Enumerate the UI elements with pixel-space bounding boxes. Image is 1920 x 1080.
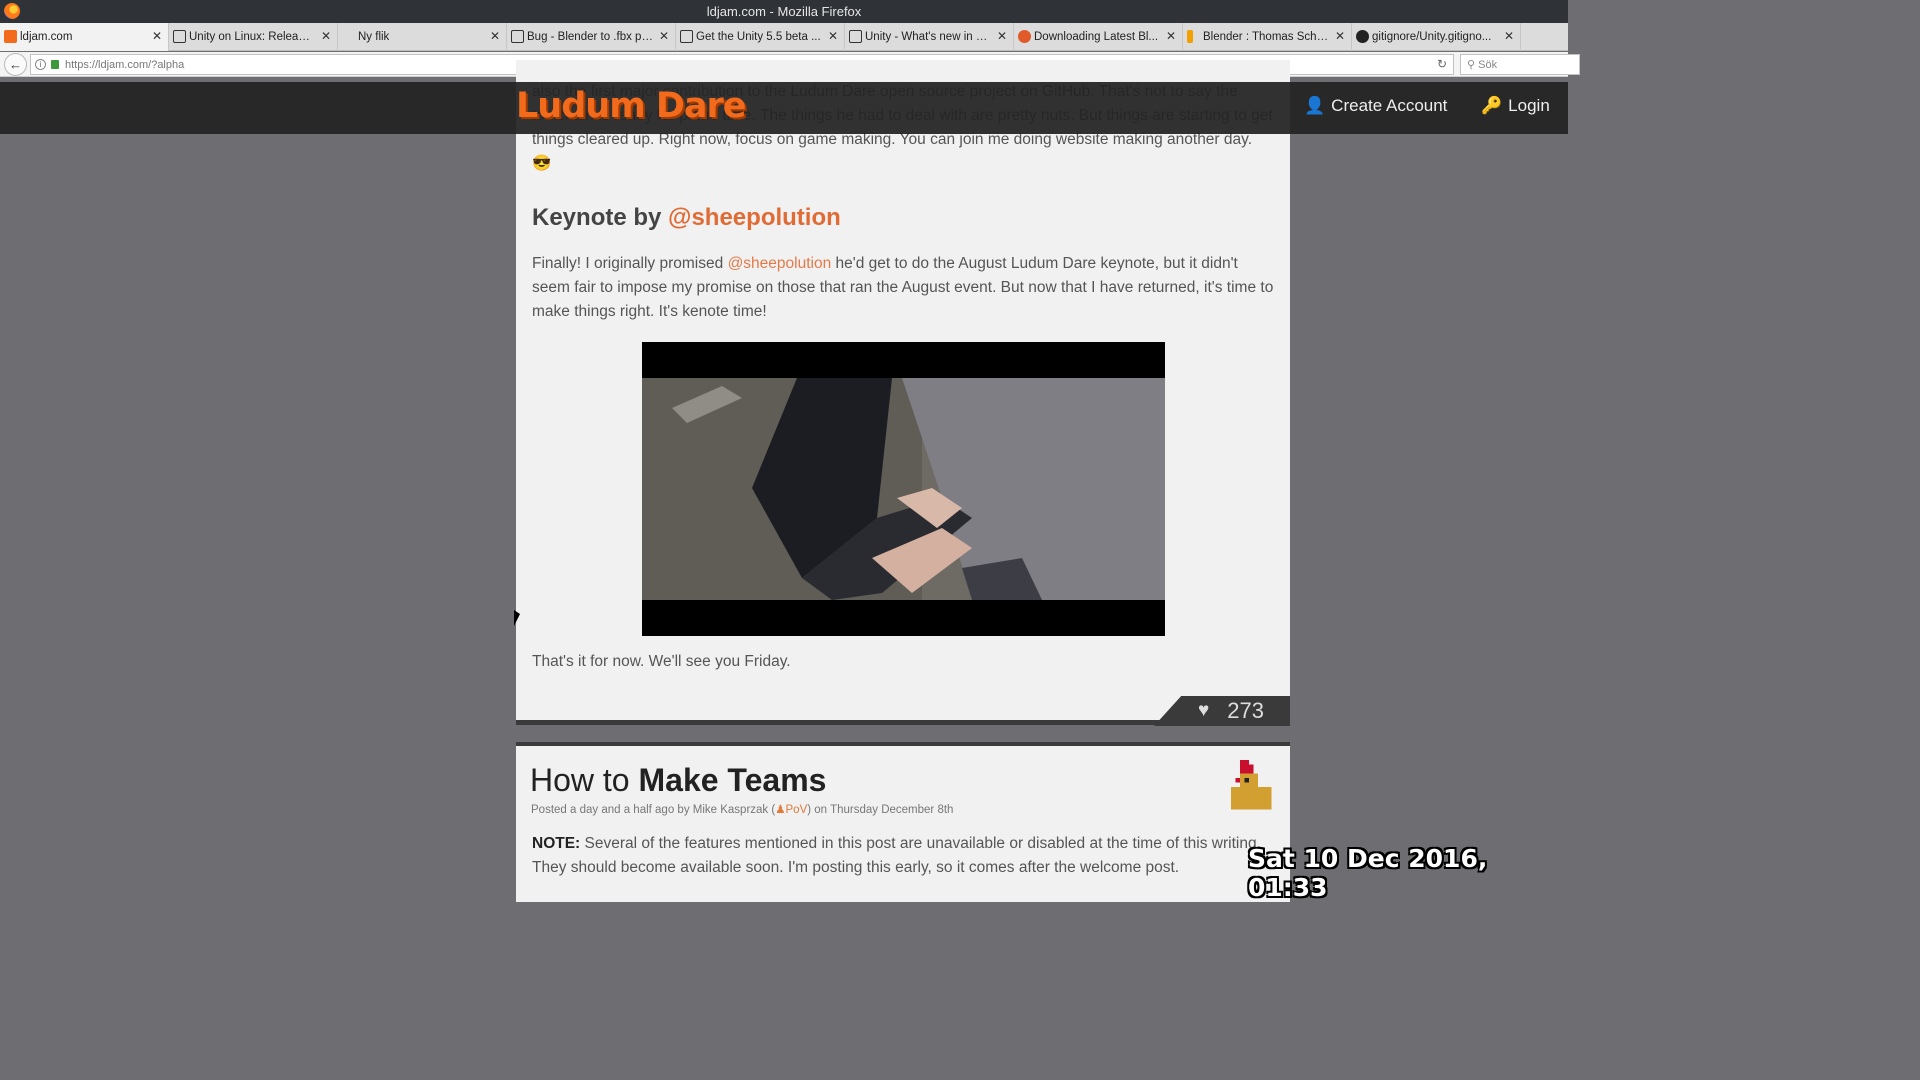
article-title[interactable]: How to Make Teams xyxy=(530,762,826,799)
lock-icon xyxy=(51,60,59,69)
author-avatar[interactable] xyxy=(1222,760,1276,814)
window-titlebar: ldjam.com - Mozilla Firefox xyxy=(0,0,1568,23)
title-bold: Make Teams xyxy=(638,762,827,798)
note-label: NOTE: xyxy=(532,835,581,852)
user-add-icon: 👤 xyxy=(1304,96,1326,115)
datetime-overlay: Sat 10 Dec 2016, 01:33 xyxy=(1248,844,1488,902)
love-button[interactable]: ♥ 273 xyxy=(1154,696,1290,726)
tab-label: Ny flik xyxy=(358,31,390,43)
article-make-teams: How to Make Teams Posted a day and a hal… xyxy=(516,742,1290,902)
key-icon: 🔑 xyxy=(1481,96,1503,115)
tab-downloading-blender[interactable]: Downloading Latest Bl... ✕ xyxy=(1014,23,1183,51)
tab-label: Downloading Latest Bl... xyxy=(1034,31,1159,43)
love-count: 273 xyxy=(1227,698,1264,723)
github-favicon-icon xyxy=(1356,30,1369,43)
article-footer: ♥ 273 xyxy=(516,696,1290,726)
mouse-cursor-icon xyxy=(514,610,520,626)
heading-mention-link[interactable]: @sheepolution xyxy=(668,204,841,231)
sunglasses-emoji-icon: 😎 xyxy=(532,155,552,172)
search-icon: ⚲ xyxy=(1467,59,1476,71)
article-meta: Posted a day and a half ago by Mike Kasp… xyxy=(531,802,953,816)
close-icon[interactable]: ✕ xyxy=(828,29,838,43)
video-thumbnail xyxy=(642,378,1165,600)
note-paragraph: NOTE: Several of the features mentioned … xyxy=(532,832,1274,880)
ldjam-favicon-icon xyxy=(4,30,17,43)
url-text[interactable]: https://ldjam.com/?alpha xyxy=(65,59,184,71)
close-icon[interactable]: ✕ xyxy=(1166,29,1176,43)
pov-label: PoV xyxy=(785,804,808,816)
close-icon[interactable]: ✕ xyxy=(997,29,1007,43)
heart-icon: ♥ xyxy=(1198,700,1210,721)
paragraph-text: Finally! I originally promised xyxy=(532,255,724,272)
note-text: Several of the features mentioned in thi… xyxy=(532,835,1261,876)
unity-favicon-icon xyxy=(849,30,862,43)
tab-unity-beta[interactable]: Get the Unity 5.5 beta ... ✕ xyxy=(676,23,845,51)
tab-label: Get the Unity 5.5 beta ... xyxy=(696,31,821,43)
firefox-icon xyxy=(4,3,20,19)
tab-unity-linux[interactable]: Unity on Linux: Release... ✕ xyxy=(169,23,338,51)
article-keynote: also the first major contribution to the… xyxy=(516,60,1290,722)
tab-label: Unity on Linux: Release... xyxy=(189,31,315,43)
heading-text: Keynote by xyxy=(532,204,662,231)
close-icon[interactable]: ✕ xyxy=(1504,29,1514,43)
closing-paragraph: That's it for now. We'll see you Friday. xyxy=(532,653,791,670)
tab-gitignore[interactable]: gitignore/Unity.gitigno... ✕ xyxy=(1352,23,1521,51)
close-icon[interactable]: ✕ xyxy=(1335,29,1345,43)
login-button[interactable]: 🔑 Login xyxy=(1481,96,1550,116)
meta-prefix: Posted a day and a half ago by Mike Kasp… xyxy=(531,804,776,816)
keynote-heading: Keynote by @sheepolution xyxy=(532,204,841,232)
tab-label: Bug - Blender to .fbx pr... xyxy=(527,31,653,43)
close-icon[interactable]: ✕ xyxy=(321,29,331,43)
back-button[interactable]: ← xyxy=(4,53,27,76)
unity-favicon-icon xyxy=(173,30,186,43)
tab-bar: ldjam.com ✕ Unity on Linux: Release... ✕… xyxy=(0,23,1568,51)
launchpad-favicon-icon xyxy=(1187,30,1193,43)
close-icon[interactable]: ✕ xyxy=(659,29,669,43)
tab-bug-blender[interactable]: Bug - Blender to .fbx pr... ✕ xyxy=(507,23,676,51)
keynote-paragraph: Finally! I originally promised @sheepolu… xyxy=(532,252,1274,324)
title-light: How to xyxy=(530,762,630,798)
site-logo[interactable]: Ludum Dare xyxy=(516,86,747,126)
meta-suffix: ) on Thursday December 8th xyxy=(807,804,954,816)
window-title: ldjam.com - Mozilla Firefox xyxy=(706,4,862,19)
video-frame xyxy=(642,378,1165,600)
reload-icon[interactable]: ↻ xyxy=(1437,57,1447,71)
create-account-button[interactable]: 👤 Create Account xyxy=(1304,96,1447,116)
info-icon[interactable]: i xyxy=(35,59,46,70)
tab-label: Unity - What's new in U... xyxy=(865,31,991,43)
search-placeholder: Sök xyxy=(1478,58,1498,71)
search-input[interactable]: ⚲ Sök xyxy=(1460,54,1580,75)
arrow-left-icon: ← xyxy=(9,57,22,72)
tab-unity-whats-new[interactable]: Unity - What's new in U... ✕ xyxy=(845,23,1014,51)
tab-blender-thomas[interactable]: Blender : Thomas Schiex ✕ xyxy=(1183,23,1352,51)
ask-favicon-icon xyxy=(1018,30,1031,43)
close-icon[interactable]: ✕ xyxy=(490,29,500,43)
login-label: Login xyxy=(1508,96,1550,115)
tab-label: gitignore/Unity.gitigno... xyxy=(1372,31,1492,43)
pov-link[interactable]: ♟PoV xyxy=(775,804,807,816)
tab-label: Blender : Thomas Schiex xyxy=(1203,31,1329,43)
unity-favicon-icon xyxy=(680,30,693,43)
tab-label: ldjam.com xyxy=(20,31,73,43)
tab-new[interactable]: Ny flik ✕ xyxy=(338,23,507,51)
keynote-video[interactable] xyxy=(642,342,1165,636)
tab-ldjam[interactable]: ldjam.com ✕ xyxy=(0,23,169,51)
create-account-label: Create Account xyxy=(1331,96,1448,115)
site-header: Ludum Dare 👤 Create Account 🔑 Login xyxy=(0,82,1568,134)
close-icon[interactable]: ✕ xyxy=(152,29,162,43)
unity-favicon-icon xyxy=(511,30,524,43)
mention-link[interactable]: @sheepolution xyxy=(728,255,832,272)
